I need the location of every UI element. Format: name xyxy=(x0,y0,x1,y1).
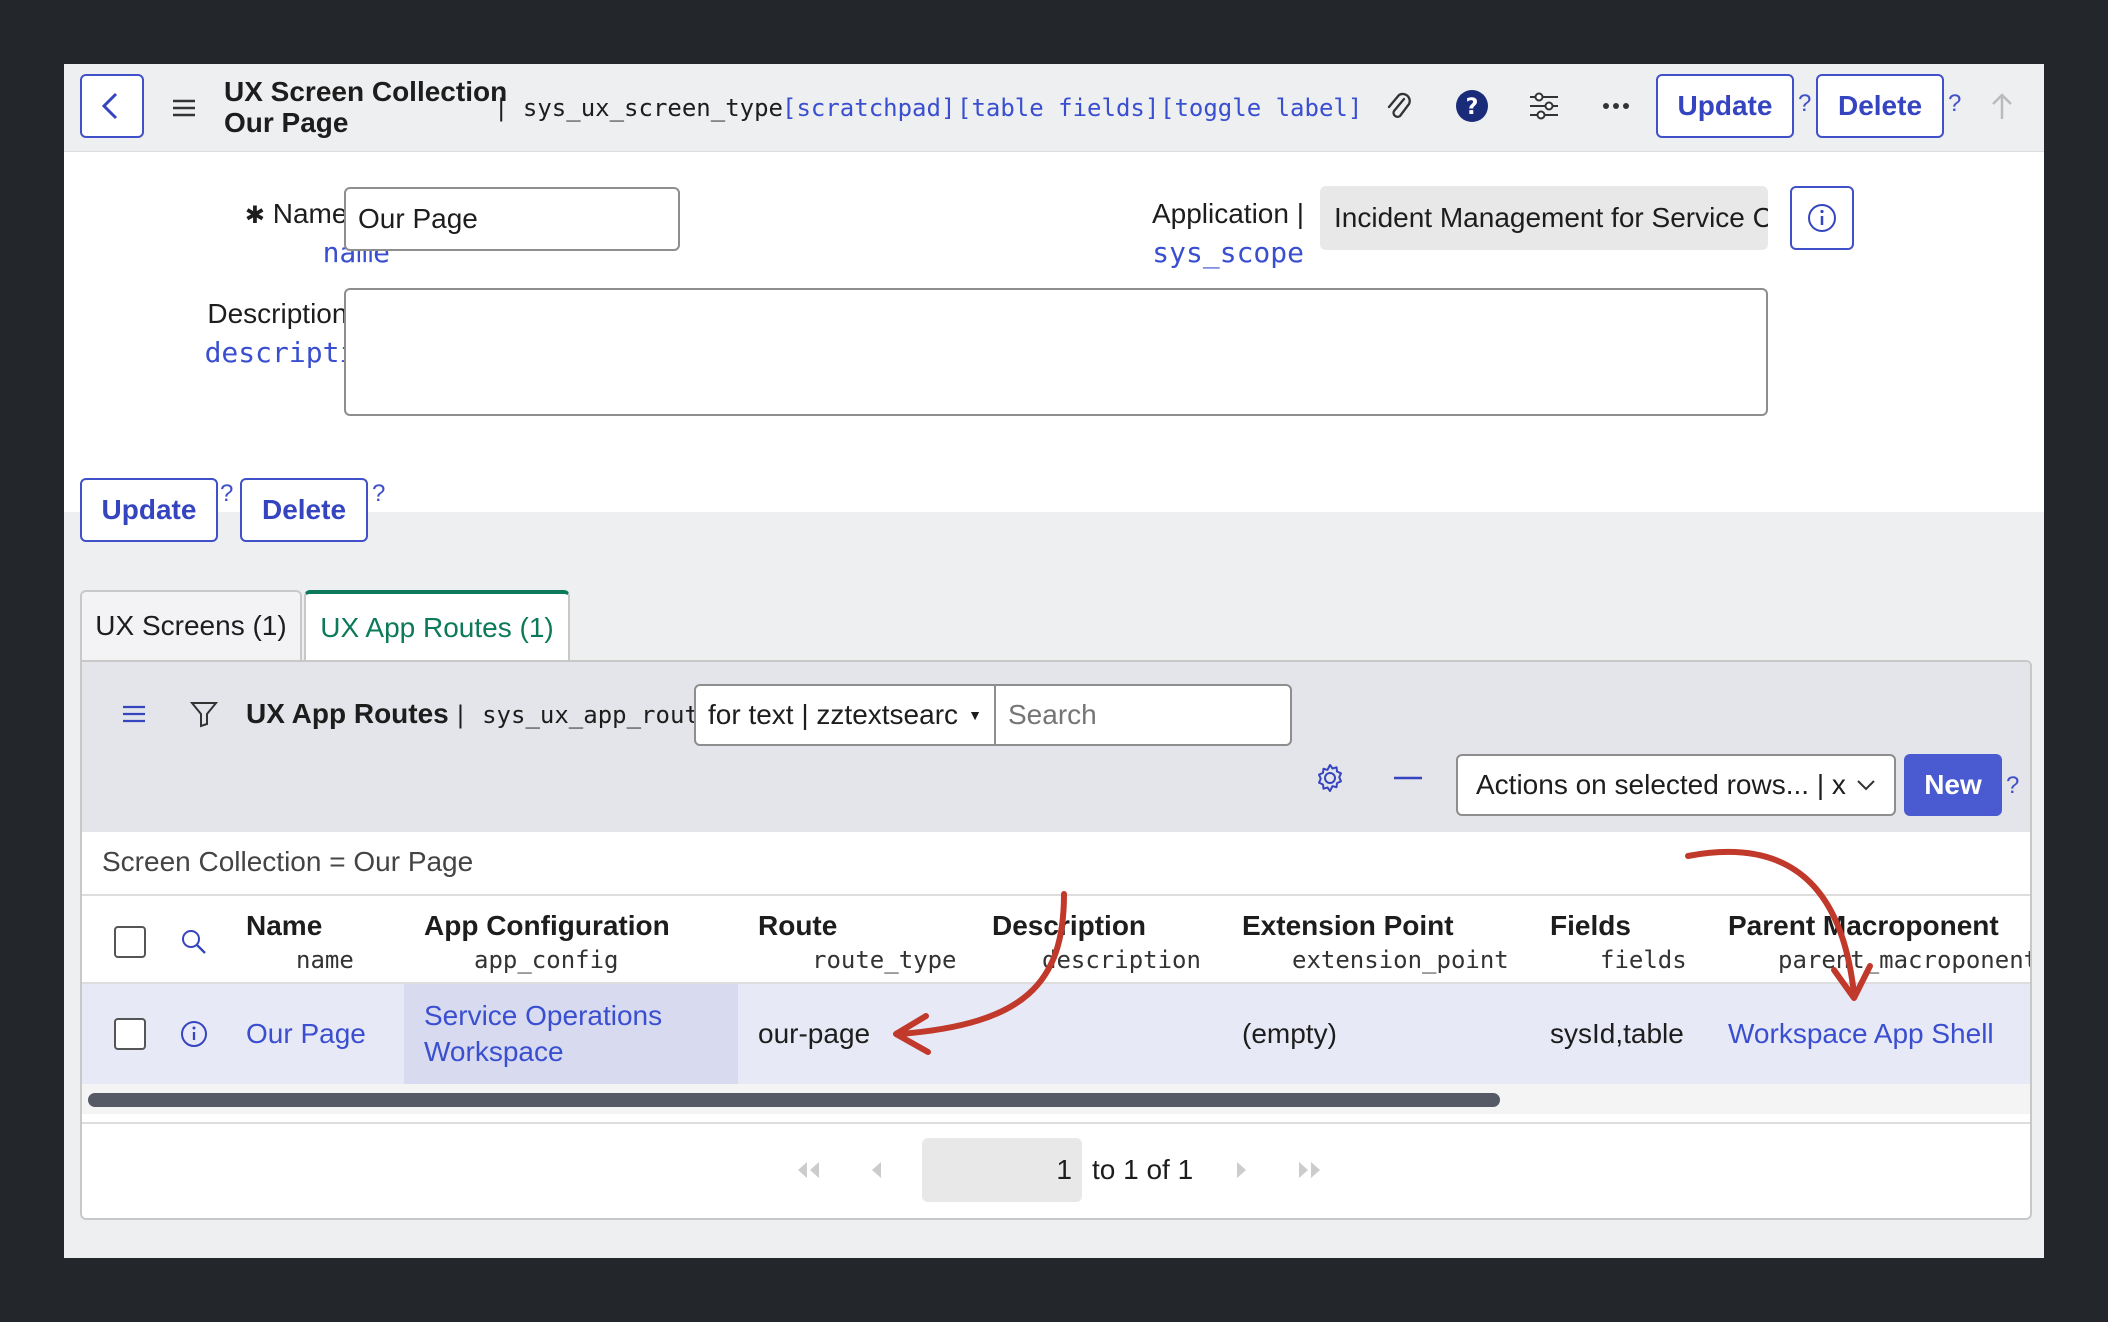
annotation-arrow-to-parent-macroponent xyxy=(1685,848,1857,997)
app-frame: UX Screen Collection Our Page | sys_ux_s… xyxy=(64,64,2044,1258)
annotation-arrows xyxy=(893,848,1873,1055)
annotation-arrow-to-route xyxy=(897,891,1067,1037)
